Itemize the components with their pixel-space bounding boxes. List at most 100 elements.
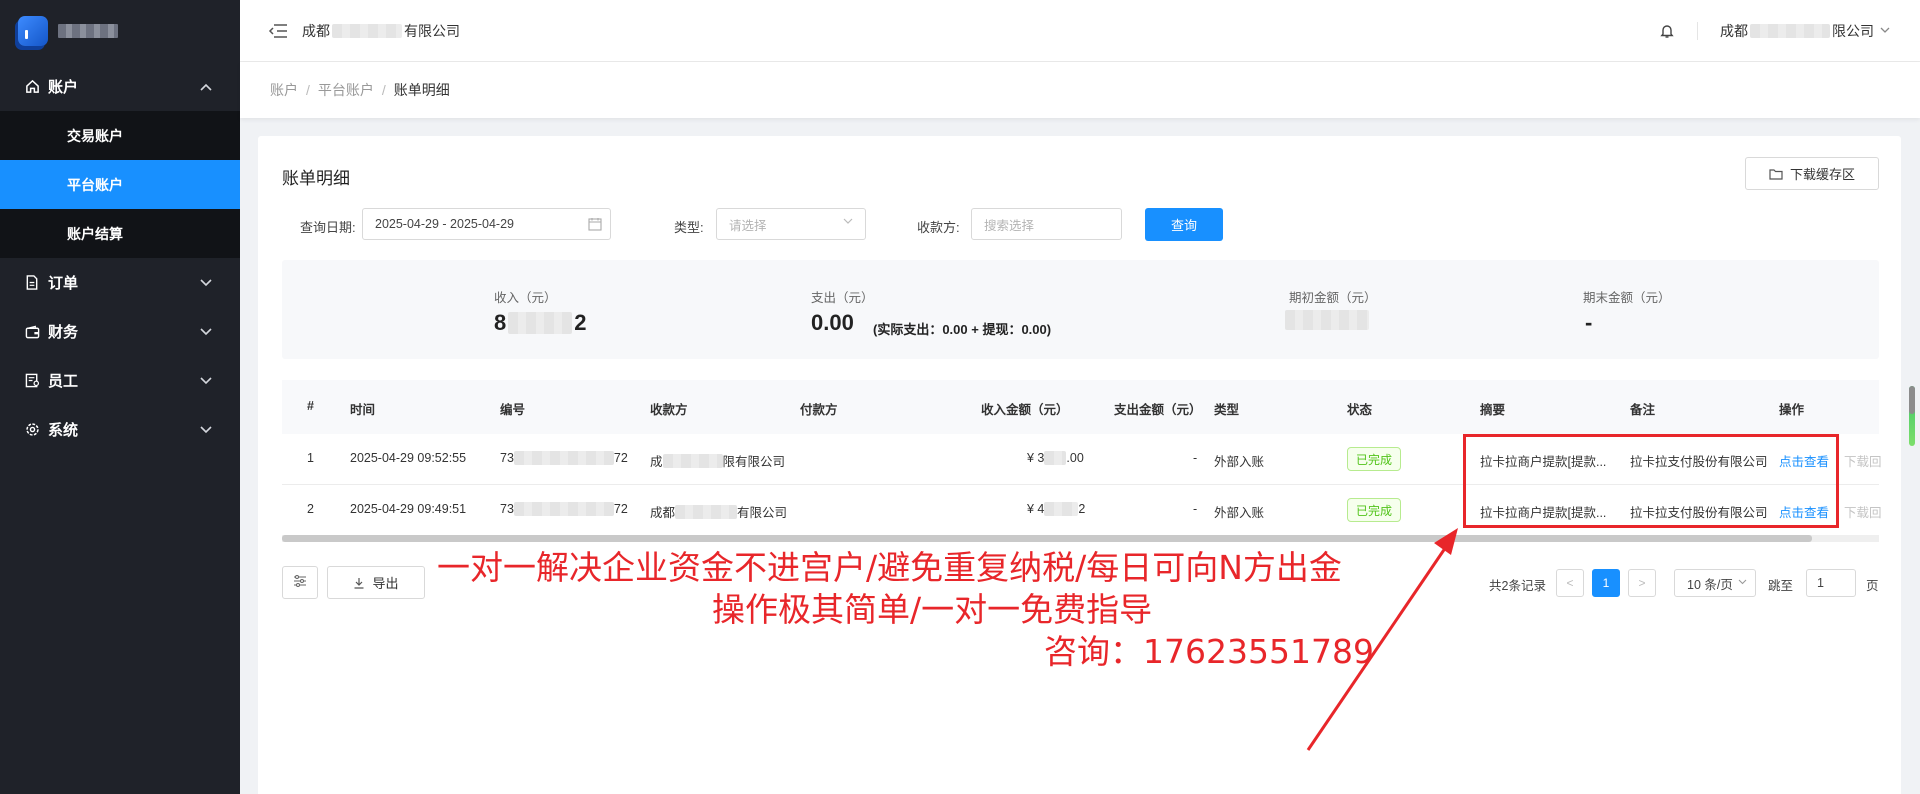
pagination-page-1[interactable]: 1: [1592, 569, 1620, 597]
promo-text-line-1: 一对一解决企业资金不进宫户/避免重复纳税/每日可向N方出金: [437, 548, 1342, 587]
logo-text-blurred: [58, 24, 118, 38]
row-id-prefix: 73: [500, 502, 514, 516]
menu-fold-icon[interactable]: [268, 21, 288, 41]
expense-breakdown: (实际支出：0.00 + 提现：0.00): [873, 322, 1052, 337]
column-header: 摘要: [1480, 403, 1506, 417]
sidebar-item-label: 交易账户: [67, 127, 123, 144]
company-name-prefix: 成都: [302, 22, 330, 39]
user-company-dropdown[interactable]: 成都 限公司: [1720, 21, 1890, 41]
column-settings-button[interactable]: [282, 566, 318, 599]
row-index: 1: [307, 451, 314, 465]
sidebar-group-finance[interactable]: 财务: [0, 307, 240, 356]
date-range-value: 2025-04-29 - 2025-04-29: [375, 217, 514, 231]
type-filter-label: 类型:: [674, 220, 704, 235]
redacted-text: [513, 502, 614, 516]
chevron-down-icon: [200, 276, 212, 290]
pagination-prev-button[interactable]: <: [1556, 569, 1584, 597]
sidebar-item-label: 账户结算: [67, 225, 123, 242]
row-id-suffix: 72: [613, 451, 628, 465]
table-header: # 时间 编号 收款方 付款方 收入金额（元） 支出金额（元） 类型 状态 摘要…: [282, 380, 1879, 434]
income-value-first: 8: [494, 310, 507, 335]
header-company-name: 成都 有限公司: [302, 21, 460, 41]
row-type: 外部入账: [1214, 506, 1265, 520]
page-size-select[interactable]: 10 条/页: [1674, 569, 1756, 597]
bell-icon[interactable]: [1659, 23, 1675, 39]
sidebar-group-system[interactable]: 系统: [0, 405, 240, 454]
pagination-next-button[interactable]: >: [1628, 569, 1656, 597]
row-income-prefix: ¥ 4: [1027, 502, 1045, 516]
calendar-icon: [588, 217, 602, 231]
column-header: 付款方: [800, 403, 838, 417]
date-filter-label: 查询日期:: [300, 220, 356, 235]
logo-icon: [18, 16, 48, 46]
income-value-last: 2: [574, 310, 587, 335]
breadcrumb: 账户 / 平台账户 / 账单明细: [240, 62, 1920, 118]
download-cache-label: 下载缓存区: [1789, 167, 1855, 182]
query-button-label: 查询: [1170, 218, 1197, 233]
sidebar-item-label: 平台账户: [67, 176, 123, 193]
breadcrumb-item-account[interactable]: 账户: [270, 80, 298, 100]
status-badge: 已完成: [1347, 498, 1402, 522]
header-divider: [1697, 21, 1698, 40]
promo-text-line-3: 咨询：17623551789: [1044, 632, 1374, 671]
column-header: 收入金额（元）: [981, 403, 1069, 417]
header-right: 成都 限公司: [1659, 21, 1890, 41]
chevron-down-icon: [1880, 25, 1890, 37]
pagination-jump-input[interactable]: 1: [1806, 569, 1856, 597]
sidebar-group-staff[interactable]: 员工: [0, 356, 240, 405]
opening-balance-value: [1285, 310, 1369, 330]
row-income-prefix: ¥ 3: [1027, 451, 1045, 465]
scrollbar-thumb[interactable]: [1909, 386, 1915, 414]
pagination-jump-value: 1: [1817, 576, 1824, 590]
user-company-suffix: 限公司: [1832, 22, 1874, 39]
type-select[interactable]: 请选择: [716, 208, 866, 240]
row-income-suffix: .00: [1066, 451, 1084, 465]
sidebar-item-platform-account[interactable]: 平台账户: [0, 160, 240, 209]
breadcrumb-item-current: 账单明细: [393, 82, 450, 98]
row-time: 2025-04-29 09:52:55: [350, 451, 467, 465]
row-income: ¥ 4 2: [1027, 502, 1085, 516]
payee-search-input[interactable]: 搜索选择: [971, 208, 1122, 240]
download-receipt-link[interactable]: 下载回: [1844, 502, 1882, 521]
home-icon: [24, 79, 40, 95]
row-id: 73 72: [500, 502, 628, 516]
export-label: 导出: [372, 576, 399, 591]
pagination-jump-label: 跳至: [1768, 579, 1794, 593]
logo[interactable]: [0, 0, 240, 62]
row-id-suffix: 72: [613, 502, 628, 516]
chevron-down-icon: [1738, 577, 1747, 587]
date-range-picker[interactable]: 2025-04-29 - 2025-04-29: [362, 208, 611, 240]
page-size-value: 10 条/页: [1687, 577, 1733, 592]
user-company-prefix: 成都: [1720, 22, 1748, 39]
document-icon: [24, 275, 40, 291]
column-header: 收款方: [650, 403, 688, 417]
sidebar-group-orders[interactable]: 订单: [0, 258, 240, 307]
expense-value: 0.00: [811, 310, 854, 335]
download-receipt-link[interactable]: 下载回: [1844, 451, 1882, 470]
chevron-down-icon: [200, 374, 212, 388]
redacted-text: [332, 23, 402, 38]
opening-balance-label: 期初金额（元）: [1289, 291, 1377, 305]
column-header: 操作: [1779, 403, 1805, 417]
payee-search-placeholder: 搜索选择: [984, 218, 1035, 233]
sidebar-group-account[interactable]: 账户: [0, 62, 240, 111]
sidebar-group-label: 员工: [48, 373, 79, 390]
wallet-icon: [24, 324, 40, 340]
column-header: 类型: [1214, 403, 1240, 417]
breadcrumb-item-platform-account[interactable]: 平台账户: [318, 80, 374, 100]
query-button[interactable]: 查询: [1145, 208, 1223, 241]
column-header: 编号: [500, 403, 526, 417]
closing-balance-value: -: [1585, 310, 1593, 335]
row-payee-suffix: 限有限公司: [722, 455, 786, 469]
folder-icon: [1769, 168, 1783, 180]
sidebar-submenu-account: 交易账户 平台账户 账户结算: [0, 111, 240, 258]
column-header: 备注: [1630, 403, 1656, 417]
chevron-down-icon: [843, 217, 853, 228]
sidebar-item-account-settlement[interactable]: 账户结算: [0, 209, 240, 258]
row-income-suffix: 2: [1078, 502, 1086, 516]
payee-filter-label: 收款方:: [917, 220, 960, 235]
download-cache-button[interactable]: 下载缓存区: [1745, 157, 1879, 190]
row-income: ¥ 3 .00: [1027, 451, 1084, 465]
export-button[interactable]: 导出: [327, 566, 425, 599]
sidebar-item-trade-account[interactable]: 交易账户: [0, 111, 240, 160]
